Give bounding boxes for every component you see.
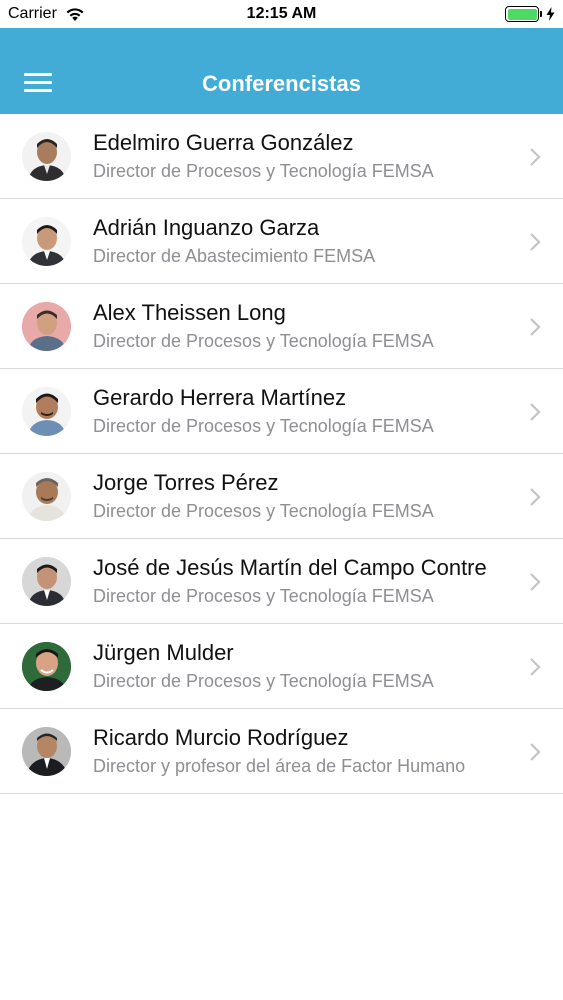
- speaker-name: Alex Theissen Long: [93, 300, 286, 325]
- chevron-right-icon: [530, 318, 541, 336]
- speaker-role: Director de Procesos y Tecnología FEMSA: [93, 416, 434, 436]
- status-bar: Carrier 12:15 AM: [0, 0, 563, 28]
- speaker-list-item[interactable]: Gerardo Herrera Martínez Director de Pro…: [0, 369, 563, 454]
- chevron-right-icon: [530, 233, 541, 251]
- avatar: [22, 132, 71, 181]
- status-time: 12:15 AM: [246, 5, 317, 22]
- speaker-list-item[interactable]: Jorge Torres Pérez Director de Procesos …: [0, 454, 563, 539]
- speaker-list-item[interactable]: Ricardo Murcio Rodríguez Director y prof…: [0, 709, 563, 794]
- navigation-bar: Conferencistas: [0, 28, 563, 114]
- speaker-role: Director de Procesos y Tecnología FEMSA: [93, 501, 434, 521]
- battery-icon: [505, 6, 539, 22]
- battery-indicator: [505, 6, 555, 22]
- speaker-name: Ricardo Murcio Rodríguez: [93, 725, 349, 750]
- speaker-role: Director de Procesos y Tecnología FEMSA: [93, 331, 434, 351]
- chevron-right-icon: [530, 573, 541, 591]
- avatar: [22, 302, 71, 351]
- chevron-right-icon: [530, 403, 541, 421]
- avatar: [22, 642, 71, 691]
- avatar: [22, 727, 71, 776]
- chevron-right-icon: [530, 148, 541, 166]
- speaker-role: Director de Procesos y Tecnología FEMSA: [93, 671, 434, 691]
- speaker-name: Edelmiro Guerra González: [93, 130, 354, 155]
- chevron-right-icon: [530, 743, 541, 761]
- speaker-list-item[interactable]: Alex Theissen Long Director de Procesos …: [0, 284, 563, 369]
- avatar: [22, 557, 71, 606]
- speaker-name: Jürgen Mulder: [93, 640, 234, 665]
- page-title: Conferencistas: [202, 71, 361, 96]
- speaker-name: Jorge Torres Pérez: [93, 470, 279, 495]
- avatar: [22, 472, 71, 521]
- battery-tip: [540, 11, 542, 17]
- chevron-right-icon: [530, 658, 541, 676]
- speaker-role: Director de Abastecimiento FEMSA: [93, 246, 376, 266]
- speaker-list-item[interactable]: José de Jesús Martín del Campo Contre Di…: [0, 539, 563, 624]
- speaker-list-item[interactable]: Jürgen Mulder Director de Procesos y Tec…: [0, 624, 563, 709]
- speaker-list: Edelmiro Guerra González Director de Pro…: [0, 114, 563, 794]
- speaker-name: Gerardo Herrera Martínez: [93, 385, 347, 410]
- speaker-list-item[interactable]: Adrián Inguanzo Garza Director de Abaste…: [0, 199, 563, 284]
- speaker-name: Adrián Inguanzo Garza: [93, 215, 320, 240]
- avatar: [22, 217, 71, 266]
- speaker-list-item[interactable]: Edelmiro Guerra González Director de Pro…: [0, 114, 563, 199]
- speaker-name: José de Jesús Martín del Campo Contre: [93, 555, 487, 580]
- charging-bolt-icon: [546, 7, 555, 21]
- avatar: [22, 387, 71, 436]
- battery-level: [507, 8, 537, 20]
- speaker-role: Director y profesor del área de Factor H…: [93, 756, 466, 776]
- chevron-right-icon: [530, 488, 541, 506]
- speaker-role: Director de Procesos y Tecnología FEMSA: [93, 161, 434, 181]
- speaker-role: Director de Procesos y Tecnología FEMSA: [93, 586, 434, 606]
